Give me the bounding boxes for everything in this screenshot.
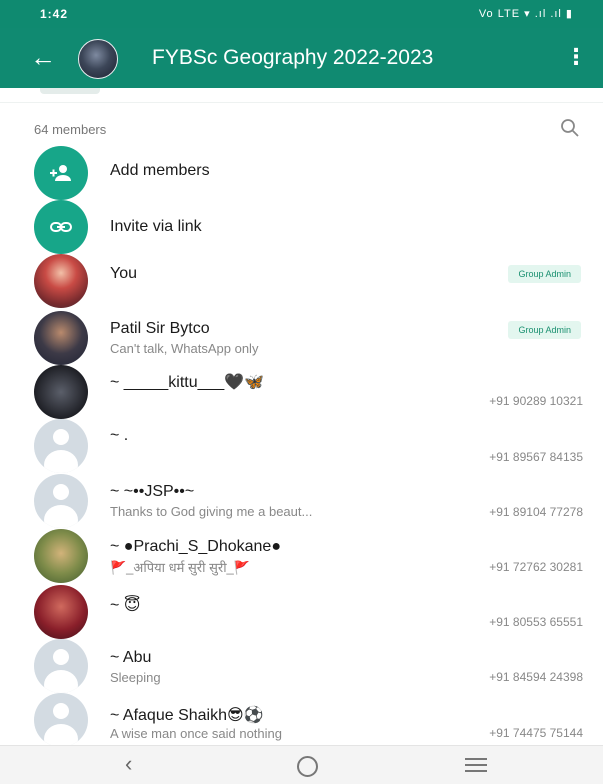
member-phone: +91 89104 77278 — [489, 505, 583, 519]
avatar — [34, 311, 88, 365]
member-phone: +91 80553 65551 — [489, 615, 583, 629]
avatar — [34, 419, 88, 473]
avatar — [34, 529, 88, 583]
status-time: 1:42 — [40, 7, 69, 21]
group-title[interactable]: FYBSc Geography 2022-2023 — [152, 46, 433, 70]
member-status: 🚩_अपिया धर्म सुरी सुरी_🚩 — [110, 560, 250, 575]
add-members-label: Add members — [110, 162, 210, 179]
nav-home-icon[interactable] — [297, 756, 318, 777]
avatar — [34, 585, 88, 639]
member-row[interactable]: ~ Abu Sleeping +91 84594 24398 — [0, 639, 603, 695]
group-avatar[interactable] — [78, 39, 118, 79]
member-row[interactable]: ~ . +91 89567 84135 — [0, 419, 603, 475]
invite-link-avatar — [34, 200, 88, 254]
add-members-row[interactable]: Add members — [0, 146, 603, 202]
admin-badge: Group Admin — [508, 265, 581, 283]
member-row[interactable]: ~ ~••JSP••~ Thanks to God giving me a be… — [0, 474, 603, 530]
member-status: Thanks to God giving me a beaut... — [110, 504, 313, 519]
avatar — [34, 365, 88, 419]
member-status: Can't talk, WhatsApp only — [110, 341, 259, 356]
invite-link-label: Invite via link — [110, 218, 202, 235]
member-name: ~ Afaque Shaikh😎⚽ — [110, 707, 264, 724]
member-name: ~ _____kittu___🖤🦋 — [110, 374, 265, 391]
add-person-icon — [50, 165, 71, 181]
member-row[interactable]: ~ ●Prachi_S_Dhokane● 🚩_अपिया धर्म सुरी स… — [0, 529, 603, 585]
admin-badge: Group Admin — [508, 321, 581, 339]
more-options-icon[interactable]: ⋮ — [565, 44, 587, 70]
member-name: ~ ~••JSP••~ — [110, 483, 195, 500]
member-name: Patil Sir Bytco — [110, 320, 210, 337]
add-members-avatar — [34, 146, 88, 200]
system-nav-bar: ‹ — [0, 745, 603, 784]
member-status: A wise man once said nothing — [110, 726, 282, 741]
member-row[interactable]: Patil Sir Bytco Can't talk, WhatsApp onl… — [0, 311, 603, 367]
member-name: ~ . — [110, 427, 129, 444]
link-icon — [50, 222, 72, 232]
search-icon[interactable] — [560, 118, 580, 138]
member-row[interactable]: ~ 😇 +91 80553 65551 — [0, 585, 603, 641]
nav-recents-icon[interactable] — [465, 758, 487, 776]
avatar — [34, 693, 88, 745]
app-bar: ← FYBSc Geography 2022-2023 ⋮ — [0, 28, 603, 88]
member-row[interactable]: ~ _____kittu___🖤🦋 +91 90289 10321 — [0, 365, 603, 421]
avatar — [34, 254, 88, 308]
status-indicators: Vo LTE ▾ .ıl .ıl ▮ — [478, 8, 573, 20]
avatar — [34, 474, 88, 528]
member-phone: +91 84594 24398 — [489, 670, 583, 684]
members-count: 64 members — [34, 122, 107, 137]
back-arrow-icon[interactable]: ← — [30, 44, 56, 70]
member-phone: +91 74475 75144 — [489, 726, 583, 740]
member-name: ~ ●Prachi_S_Dhokane● — [110, 538, 281, 555]
invite-link-row[interactable]: Invite via link — [0, 200, 603, 256]
nav-back-icon[interactable]: ‹ — [125, 751, 132, 777]
status-bar: 1:42 Vo LTE ▾ .ıl .ıl ▮ — [0, 0, 603, 28]
member-name: ~ Abu — [110, 649, 152, 666]
member-phone: +91 90289 10321 — [489, 394, 583, 408]
member-row[interactable]: You Group Admin — [0, 254, 603, 310]
member-phone: +91 89567 84135 — [489, 450, 583, 464]
member-name: ~ 😇 — [110, 597, 141, 614]
avatar — [34, 639, 88, 693]
member-phone: +91 72762 30281 — [489, 560, 583, 574]
scroll-stub — [40, 88, 100, 94]
member-row[interactable]: ~ Afaque Shaikh😎⚽ A wise man once said n… — [0, 693, 603, 745]
member-name: You — [110, 265, 137, 282]
member-status: Sleeping — [110, 670, 161, 685]
description-strip — [0, 88, 603, 103]
